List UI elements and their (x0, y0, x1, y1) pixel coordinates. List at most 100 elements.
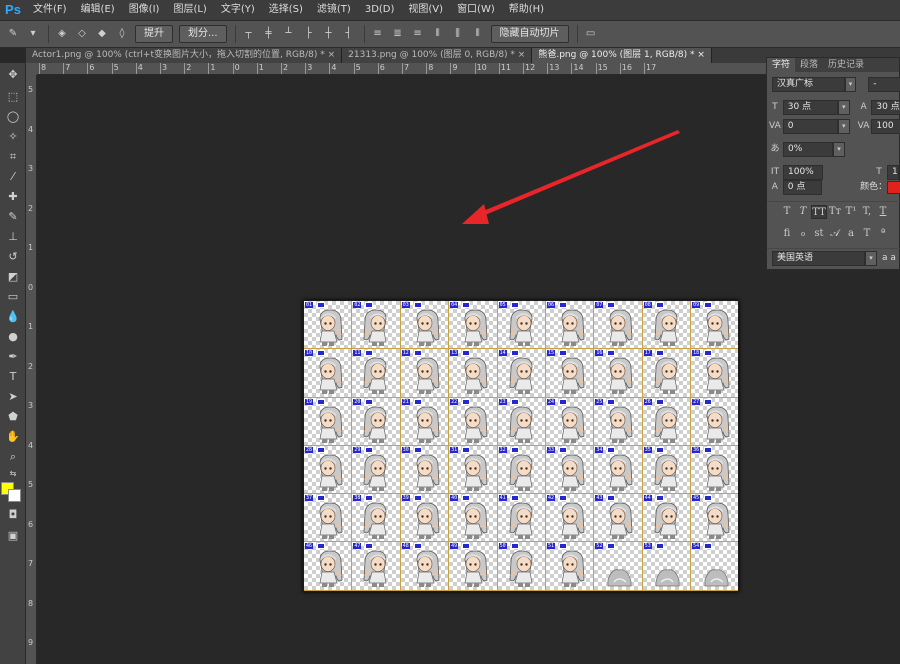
ordinals-icon[interactable]: ª (875, 227, 891, 241)
slice-cell[interactable]: 06 (545, 301, 595, 350)
slice-cell[interactable]: 43 (594, 494, 643, 543)
contextual-alt-icon[interactable]: ℴ (795, 227, 811, 241)
slice-cell[interactable]: 36 (691, 445, 738, 495)
slice-cell[interactable]: 29 (352, 445, 401, 495)
slice-cell[interactable]: 40 (449, 494, 498, 543)
slice-cell[interactable]: 26 (642, 397, 692, 446)
kerning-field[interactable]: 0 (782, 118, 838, 134)
eyedropper-tool-icon[interactable]: ⁄ (3, 169, 23, 185)
slice-cell[interactable]: 07 (594, 301, 643, 350)
menu-item[interactable]: 帮助(H) (502, 0, 551, 20)
menu-item[interactable]: 滤镜(T) (310, 0, 358, 20)
close-tab-icon[interactable]: × (325, 50, 336, 60)
menu-item[interactable]: 视图(V) (401, 0, 450, 20)
menu-item[interactable]: 文件(F) (26, 0, 74, 20)
send-to-back-icon[interactable]: ◊ (115, 27, 129, 41)
slice-options-icon[interactable]: ▭ (584, 27, 598, 41)
zoom-tool-icon[interactable]: ⌕ (3, 449, 23, 465)
slice-cell[interactable]: 45 (691, 494, 738, 543)
slice-cell[interactable]: 21 (400, 397, 450, 446)
path-select-tool-icon[interactable]: ➤ (3, 389, 23, 405)
tsume-dropdown-icon[interactable]: ▾ (833, 141, 845, 157)
swap-colors-icon[interactable]: ⇆ (3, 466, 23, 482)
slice-cell[interactable]: 47 (352, 542, 401, 591)
text-color-swatch[interactable] (887, 180, 900, 194)
menu-item[interactable]: 3D(D) (358, 0, 402, 20)
slice-cell[interactable]: 28 (304, 445, 353, 495)
menu-item[interactable]: 窗口(W) (450, 0, 502, 20)
slice-cell[interactable]: 10 (304, 349, 353, 398)
slice-select-tool-icon[interactable]: ✎ (6, 27, 20, 41)
underline-button[interactable]: T (875, 205, 891, 219)
slice-cell[interactable]: 49 (449, 542, 498, 591)
screen-mode-icon[interactable]: ▣ (3, 528, 23, 544)
divide-button[interactable]: 划分... (179, 25, 227, 43)
pen-tool-icon[interactable]: ✒ (3, 349, 23, 365)
font-family-field[interactable]: 汉真广标 (772, 76, 845, 92)
slice-cell[interactable]: 20 (352, 397, 401, 446)
slice-cell[interactable]: 09 (691, 301, 738, 350)
slice-cell[interactable]: 27 (691, 397, 738, 446)
distribute-hcenter-icon[interactable]: ⫼ (451, 27, 465, 41)
align-top-icon[interactable]: ┬ (242, 27, 256, 41)
align-right-icon[interactable]: ┤ (342, 27, 356, 41)
font-family-dropdown-icon[interactable]: ▾ (844, 76, 857, 92)
align-bottom-icon[interactable]: ┴ (282, 27, 296, 41)
healing-brush-tool-icon[interactable]: ✚ (3, 189, 23, 205)
slice-cell[interactable]: 32 (497, 445, 546, 495)
slice-cell[interactable]: 01 (304, 301, 353, 350)
menu-item[interactable]: 文字(Y) (214, 0, 262, 20)
leading-field[interactable]: 30 点 (871, 99, 900, 115)
promote-button[interactable]: 提升 (135, 25, 173, 43)
marquee-tool-icon[interactable]: ⬚ (3, 89, 23, 105)
slice-cell[interactable]: 35 (642, 445, 692, 495)
slice-cell[interactable]: 39 (400, 494, 450, 543)
shape-tool-icon[interactable]: ⬟ (3, 409, 23, 425)
quick-mask-icon[interactable]: ◘ (3, 507, 23, 523)
history-brush-tool-icon[interactable]: ↺ (3, 249, 23, 265)
blur-tool-icon[interactable]: 💧 (3, 309, 23, 325)
distribute-left-icon[interactable]: ⦀ (431, 27, 445, 41)
clone-stamp-tool-icon[interactable]: ⊥ (3, 229, 23, 245)
slice-cell[interactable]: 24 (545, 397, 595, 446)
send-backward-icon[interactable]: ◆ (95, 27, 109, 41)
bring-forward-icon[interactable]: ◇ (75, 27, 89, 41)
distribute-vcenter-icon[interactable]: ≣ (391, 27, 405, 41)
panel-tab[interactable]: 历史记录 (823, 58, 869, 72)
small-caps-button[interactable]: Tт (827, 205, 843, 219)
tsume-field[interactable]: 0% (783, 141, 833, 157)
panel-tab[interactable]: 段落 (795, 58, 823, 72)
slice-cell[interactable]: 15 (545, 349, 595, 398)
dropdown-chevron-icon[interactable]: ▾ (26, 27, 40, 41)
type-tool-icon[interactable]: T (3, 369, 23, 385)
slice-cell[interactable]: 38 (352, 494, 401, 543)
background-color-swatch[interactable] (8, 489, 21, 502)
gradient-tool-icon[interactable]: ▭ (3, 289, 23, 305)
dodge-tool-icon[interactable]: ● (3, 329, 23, 345)
document-canvas[interactable]: 01 02 03 04 05 06 07 08 09 10 11 12 13 14 15 16 17 18 19 20… (303, 300, 739, 592)
hand-tool-icon[interactable]: ✋ (3, 429, 23, 445)
kerning-dropdown-icon[interactable]: ▾ (837, 118, 850, 134)
lasso-tool-icon[interactable]: ◯ (3, 109, 23, 125)
slice-cell[interactable]: 12 (400, 349, 450, 398)
move-tool-icon[interactable]: ✥ (3, 67, 23, 83)
slice-cell[interactable]: 54 (691, 542, 738, 591)
close-tab-icon[interactable]: × (695, 50, 705, 60)
slice-cell[interactable]: 02 (352, 301, 401, 350)
slice-cell[interactable]: 52 (594, 542, 643, 591)
language-field[interactable]: 美国英语 (772, 251, 865, 266)
align-hcenter-icon[interactable]: ┼ (322, 27, 336, 41)
brush-tool-icon[interactable]: ✎ (3, 209, 23, 225)
font-size-dropdown-icon[interactable]: ▾ (837, 99, 850, 115)
titling-alt-icon[interactable]: T (859, 227, 875, 241)
menu-item[interactable]: 图层(L) (166, 0, 213, 20)
baseline-shift-field[interactable]: 0 点 (782, 179, 823, 195)
discretionary-ligature-icon[interactable]: st (811, 227, 827, 241)
document-tab[interactable]: Actor1.png @ 100% (ctrl+t变换图片大小，拖入切割的位置,… (26, 48, 343, 63)
slice-cell[interactable]: 18 (691, 349, 738, 398)
tracking-field[interactable]: 100 (871, 118, 900, 134)
slice-cell[interactable]: 42 (545, 494, 595, 543)
slice-cell[interactable]: 48 (400, 542, 450, 591)
language-dropdown-icon[interactable]: ▾ (865, 251, 877, 266)
slice-cell[interactable]: 13 (449, 349, 498, 398)
